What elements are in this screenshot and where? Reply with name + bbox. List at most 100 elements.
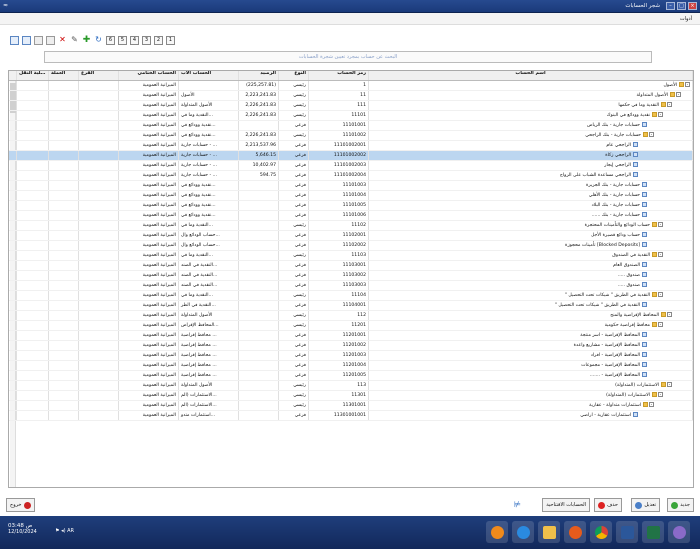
cell-account-name[interactable]: المحافظ الإقراضية - افراد bbox=[369, 351, 693, 360]
page-button-6[interactable]: 6 bbox=[106, 36, 115, 45]
edit-pencil-icon[interactable]: ✎ bbox=[70, 36, 79, 45]
table-row[interactable]: الميزانية العمومية نقدية وودائع في... فرعي… bbox=[9, 121, 693, 131]
cell-account-name[interactable]: - حساب الودائع والتأمينات المحتجزة bbox=[369, 221, 693, 230]
close-icon[interactable]: × bbox=[688, 2, 697, 10]
table-row[interactable]: الميزانية العمومية نقدية وودائع في... فرعي… bbox=[9, 201, 693, 211]
taskbar-app-1[interactable] bbox=[486, 521, 508, 543]
menu-tools[interactable]: أدوات bbox=[680, 16, 692, 22]
table-row[interactable]: الميزانية العمومية نقدية وودائع في... فرعي… bbox=[9, 181, 693, 191]
cell-account-name[interactable]: حسابات جارية - بنك البلاد bbox=[369, 201, 693, 210]
cell-account-name[interactable]: الراجحي عام bbox=[369, 141, 693, 150]
cell-account-name[interactable]: - المحافظ الإقراضية والمنح bbox=[369, 311, 693, 320]
collapse-toggle-icon[interactable]: - bbox=[658, 252, 663, 257]
collapse-icon[interactable] bbox=[22, 36, 31, 45]
collapse-toggle-icon[interactable]: - bbox=[649, 402, 654, 407]
cell-account-name[interactable]: - نقدية وودائع في البنوك bbox=[369, 111, 693, 120]
page-button-2[interactable]: 2 bbox=[154, 36, 163, 45]
cell-account-name[interactable]: استثمارات عقارية - اراضي bbox=[369, 411, 693, 420]
cell-account-name[interactable]: صندوق ..... bbox=[369, 281, 693, 290]
collapse-toggle-icon[interactable]: - bbox=[658, 292, 663, 297]
delete-x-icon[interactable]: ✕ bbox=[58, 36, 67, 45]
collapse-toggle-icon[interactable]: - bbox=[667, 102, 672, 107]
collapse-toggle-icon[interactable]: - bbox=[676, 92, 681, 97]
collapse-toggle-icon[interactable]: - bbox=[658, 392, 663, 397]
table-row[interactable]: الميزانية العمومية النقدية وما في... رئيسي… bbox=[9, 251, 693, 261]
col-final-account[interactable]: الحساب الختامي bbox=[119, 71, 179, 80]
table-row[interactable]: الميزانية العمومية نقدية وودائع في... 2,22… bbox=[9, 131, 693, 141]
page-button-5[interactable]: 5 bbox=[118, 36, 127, 45]
taskbar-app-6[interactable] bbox=[616, 521, 638, 543]
cell-account-name[interactable]: حسابات جارية - بنك ...... bbox=[369, 211, 693, 220]
table-row[interactable]: الميزانية العمومية حسابات جارية - ... 5,64… bbox=[9, 151, 693, 161]
page-button-1[interactable]: 1 bbox=[166, 36, 175, 45]
col-account-name[interactable]: اسم الحساب bbox=[369, 71, 693, 80]
col-account-code[interactable]: رمز الحساب bbox=[309, 71, 369, 80]
table-row[interactable]: الميزانية العمومية محافظ إقراضية ... فرعي 1… bbox=[9, 371, 693, 381]
table-row[interactable]: الميزانية العمومية محافظ إقراضية ... فرعي 1… bbox=[9, 361, 693, 371]
collapse-toggle-icon[interactable]: - bbox=[685, 82, 690, 87]
cell-account-name[interactable]: - محافظ إقراضية حكومية bbox=[369, 321, 693, 330]
cell-account-name[interactable]: - حسابات جارية - بنك الراجحي bbox=[369, 131, 693, 140]
col-parent-account[interactable]: الحساب الأب bbox=[179, 71, 239, 80]
new-button[interactable]: جديد bbox=[667, 498, 694, 512]
col-type[interactable]: النوع bbox=[279, 71, 309, 80]
table-row[interactable]: الميزانية العمومية محافظ إقراضية ... فرعي 1… bbox=[9, 331, 693, 341]
table-row[interactable]: الميزانية العمومية محافظ إقراضية ... فرعي 1… bbox=[9, 351, 693, 361]
taskbar-app-3[interactable] bbox=[538, 521, 560, 543]
print-icon[interactable] bbox=[34, 36, 43, 45]
collapse-toggle-icon[interactable]: - bbox=[649, 132, 654, 137]
cell-account-name[interactable]: حساب ودائع قصيرة الأجل bbox=[369, 231, 693, 240]
taskbar-app-7[interactable] bbox=[642, 521, 664, 543]
taskbar-app-5[interactable] bbox=[590, 521, 612, 543]
col-balance[interactable]: الرصيد bbox=[239, 71, 279, 80]
cell-account-name[interactable]: - النقدية في الطريق " شيكات تحت التحصيل " bbox=[369, 291, 693, 300]
clock[interactable]: 03:48 ص 12/10/2024 bbox=[8, 523, 37, 535]
cell-account-name[interactable]: الصندوق العام bbox=[369, 261, 693, 270]
add-plus-icon[interactable]: ✚ bbox=[82, 36, 91, 45]
taskbar-app-4[interactable] bbox=[564, 521, 586, 543]
col-transferable[interactable]: قابلية النقل bbox=[17, 71, 49, 80]
expand-icon[interactable] bbox=[10, 36, 19, 45]
cell-account-name[interactable]: حسابات جارية - بنك الرياض bbox=[369, 121, 693, 130]
table-row[interactable]: الميزانية العمومية الأصول المتداولة رئيسي 1… bbox=[9, 381, 693, 391]
table-row[interactable]: الميزانية العمومية استثمارات متدو... فرعي 1… bbox=[9, 411, 693, 421]
table-row[interactable]: الميزانية العمومية الأصول 2,223,241.83 رئيس… bbox=[9, 91, 693, 101]
table-row[interactable]: الميزانية العمومية النقدية وما في... رئيسي… bbox=[9, 291, 693, 301]
table-row[interactable]: الميزانية العمومية النقدية في الطر... فرعي… bbox=[9, 301, 693, 311]
collapse-toggle-icon[interactable]: - bbox=[658, 222, 663, 227]
table-row[interactable]: الميزانية العمومية النقدية في الصند... فرع… bbox=[9, 271, 693, 281]
table-row[interactable]: الميزانية العمومية المحافظ الإقراض... رئيس… bbox=[9, 321, 693, 331]
cell-account-name[interactable]: المحافظ الإقراضية - ....... bbox=[369, 371, 693, 380]
account-search-input[interactable]: البحث عن حساب بمجرد تعيين شجرة الحسابات bbox=[44, 51, 652, 63]
cell-account-name[interactable]: صندوق ..... bbox=[369, 271, 693, 280]
col-branch[interactable]: الفرع bbox=[79, 71, 119, 80]
copy-icon[interactable] bbox=[46, 36, 55, 45]
cell-account-name[interactable]: حسابات جارية - بنك الأهلي bbox=[369, 191, 693, 200]
table-row[interactable]: الميزانية العمومية حسابات جارية - ... 2,21… bbox=[9, 141, 693, 151]
page-button-3[interactable]: 3 bbox=[142, 36, 151, 45]
table-row[interactable]: الميزانية العمومية حساب الودائع وال... فرع… bbox=[9, 241, 693, 251]
table-row[interactable]: الميزانية العمومية حساب الودائع وال... فرع… bbox=[9, 231, 693, 241]
table-row[interactable]: الميزانية العمومية النقدية وما في... رئيسي… bbox=[9, 221, 693, 231]
taskbar-app-2[interactable] bbox=[512, 521, 534, 543]
cell-account-name[interactable]: - الاستثمارات (المتداولة) bbox=[369, 381, 693, 390]
cell-account-name[interactable]: حسابات جارية - بنك الجزيرة bbox=[369, 181, 693, 190]
cell-account-name[interactable]: المحافظ الإقراضية - اسر منتجة bbox=[369, 331, 693, 340]
tray-icons[interactable]: ⚑ ◂) AR bbox=[55, 528, 74, 534]
table-row[interactable]: الميزانية العمومية نقدية وودائع في... فرعي… bbox=[9, 191, 693, 201]
table-row[interactable]: الميزانية العمومية الأصول المتداولة 2,226,… bbox=[9, 101, 693, 111]
cell-account-name[interactable]: المحافظ الإقراضية - مشاريع واعدة bbox=[369, 341, 693, 350]
cell-account-name[interactable]: النقدية في الطريق " شيكات تحت التحصيل " bbox=[369, 301, 693, 310]
collapse-toggle-icon[interactable]: - bbox=[658, 322, 663, 327]
taskbar-app-8[interactable] bbox=[668, 521, 690, 543]
table-row[interactable]: الميزانية العمومية الاستثمارات (الم... رئي… bbox=[9, 391, 693, 401]
cell-account-name[interactable]: الراجحي إيجار bbox=[369, 161, 693, 170]
cell-account-name[interactable]: - الأصول المتداولة bbox=[369, 91, 693, 100]
table-row[interactable]: الميزانية العمومية محافظ إقراضية ... فرعي 1… bbox=[9, 341, 693, 351]
page-button-4[interactable]: 4 bbox=[130, 36, 139, 45]
collapse-toggle-icon[interactable]: - bbox=[667, 312, 672, 317]
cell-account-name[interactable]: الراجحي مساعدة الشباب على الزواج bbox=[369, 171, 693, 180]
cell-account-name[interactable]: المحافظ الإقراضية - مجموعات bbox=[369, 361, 693, 370]
cell-account-name[interactable]: - الاستثمارات (المتداولة) bbox=[369, 391, 693, 400]
opening-accounts-button[interactable]: الحسابات الافتتاحية bbox=[542, 498, 590, 512]
